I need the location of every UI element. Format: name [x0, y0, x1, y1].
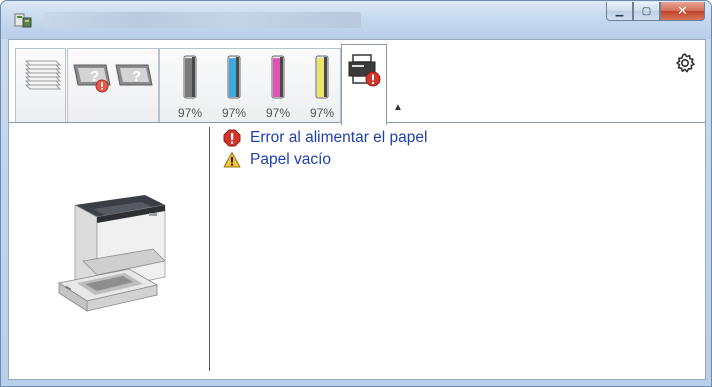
- error-icon: [223, 129, 241, 147]
- paper-question-error-icon: ? ?: [73, 64, 153, 93]
- toner-level-label: 97%: [309, 106, 335, 120]
- close-button[interactable]: ✕: [660, 2, 705, 21]
- toner-level-label: 97%: [177, 106, 203, 120]
- status-item-error[interactable]: Error al alimentar el papel: [223, 127, 427, 149]
- status-message-list: Error al alimentar el papel Papel vacío: [223, 127, 427, 171]
- caption-buttons: ▁ ▢ ✕: [606, 2, 705, 22]
- maximize-icon: ▢: [641, 5, 652, 17]
- tab-ink-levels[interactable]: 97% 97% 97% 97%: [159, 48, 341, 124]
- toner-cartridge-icon: [183, 55, 197, 99]
- panel-divider: [209, 127, 210, 371]
- collapse-toolbar-button[interactable]: ▲: [393, 102, 403, 113]
- status-monitor-window: ▁ ▢ ✕ ? ? 97% 97% 97% 97% ▲ Error al ali…: [0, 0, 712, 387]
- printer-error-icon: [348, 54, 381, 87]
- toner-cartridge-icon: [315, 55, 329, 99]
- paper-stack-icon: [24, 60, 62, 90]
- warning-icon: [223, 152, 241, 168]
- toner-level-label: 97%: [221, 106, 247, 120]
- status-item-text: Error al alimentar el papel: [250, 129, 428, 146]
- toner-cartridge-icon: [271, 55, 285, 99]
- status-item-warning[interactable]: Papel vacío: [223, 149, 427, 171]
- toolbar: ? ? 97% 97% 97% 97% ▲: [8, 39, 706, 125]
- gear-icon[interactable]: [674, 52, 696, 74]
- tab-paper-status[interactable]: ? ?: [67, 48, 159, 124]
- printer-image: [57, 195, 166, 312]
- status-content-panel: Error al alimentar el papel Papel vacío: [8, 122, 706, 380]
- toner-cartridge-icon: [227, 55, 241, 99]
- tab-paper-stack[interactable]: [15, 48, 66, 124]
- toner-level-label: 97%: [265, 106, 291, 120]
- minimize-button[interactable]: ▁: [606, 2, 633, 21]
- app-icon: [14, 13, 32, 28]
- close-icon: ✕: [677, 3, 688, 18]
- toner-cartridges-icon: 97% 97% 97% 97%: [160, 49, 342, 125]
- maximize-button[interactable]: ▢: [633, 2, 660, 21]
- svg-text:?: ?: [132, 68, 141, 85]
- tab-printer-status[interactable]: [341, 44, 387, 125]
- status-item-text: Papel vacío: [250, 151, 331, 168]
- window-title: [43, 12, 361, 28]
- minimize-icon: ▁: [615, 5, 624, 17]
- title-bar[interactable]: ▁ ▢ ✕: [1, 1, 711, 39]
